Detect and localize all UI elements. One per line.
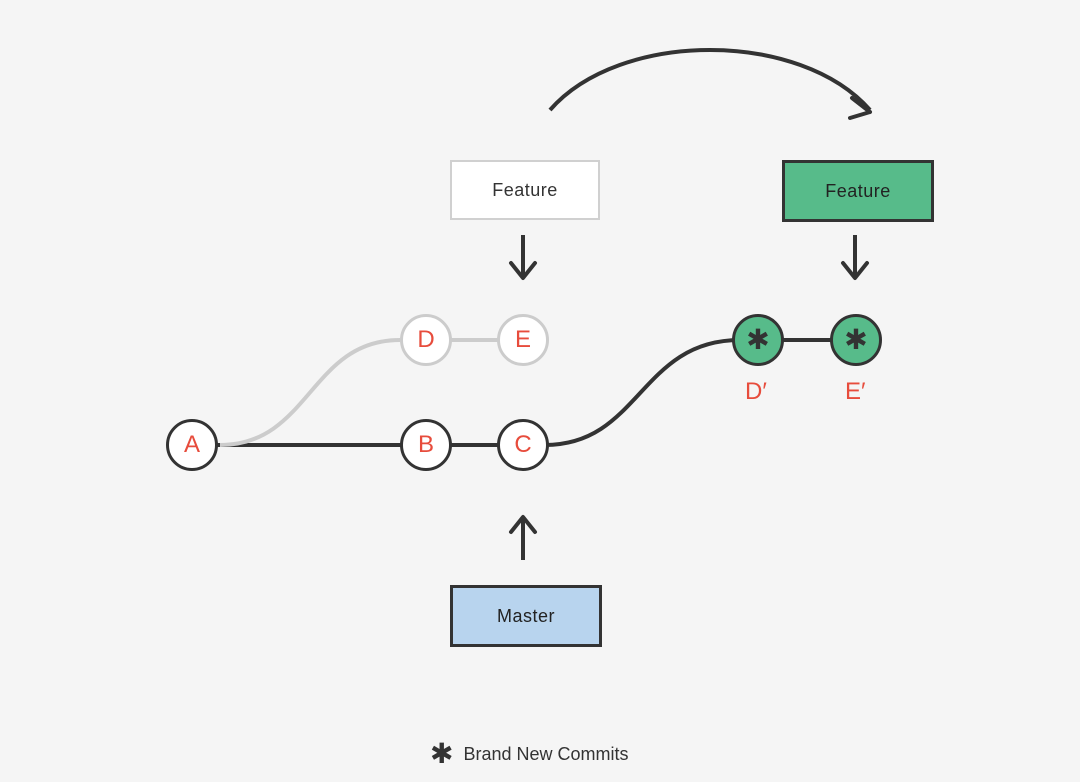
connectors-svg [0, 0, 1080, 782]
commit-b: B [400, 419, 452, 471]
legend-text: Brand New Commits [463, 744, 628, 765]
commit-b-label: B [418, 431, 434, 459]
edge-c-dprime [545, 340, 740, 445]
asterisk-icon: ✱ [430, 740, 453, 768]
commit-a-label: A [184, 431, 200, 459]
edge-a-d-old [220, 340, 400, 445]
commit-e-old: E [497, 314, 549, 366]
master-box-label: Master [497, 606, 555, 627]
commit-d-prime: ✱ [732, 314, 784, 366]
feature-box-new: Feature [782, 160, 934, 222]
commit-c-label: C [514, 431, 531, 459]
commit-d-old: D [400, 314, 452, 366]
rebase-arc [550, 50, 870, 110]
commit-c: C [497, 419, 549, 471]
asterisk-icon: ✱ [746, 326, 769, 354]
feature-box-old-label: Feature [492, 180, 558, 201]
master-box: Master [450, 585, 602, 647]
diagram-stage: Feature Feature Master A B C D E ✱ ✱ D′ … [0, 0, 1080, 782]
label-d-prime: D′ [745, 378, 767, 406]
asterisk-icon: ✱ [844, 326, 867, 354]
feature-box-new-label: Feature [825, 181, 891, 202]
commit-d-old-label: D [417, 326, 434, 354]
legend: ✱ Brand New Commits [430, 740, 629, 768]
commit-e-old-label: E [515, 326, 531, 354]
feature-box-old: Feature [450, 160, 600, 220]
commit-e-prime: ✱ [830, 314, 882, 366]
commit-a: A [166, 419, 218, 471]
label-e-prime: E′ [845, 378, 866, 406]
